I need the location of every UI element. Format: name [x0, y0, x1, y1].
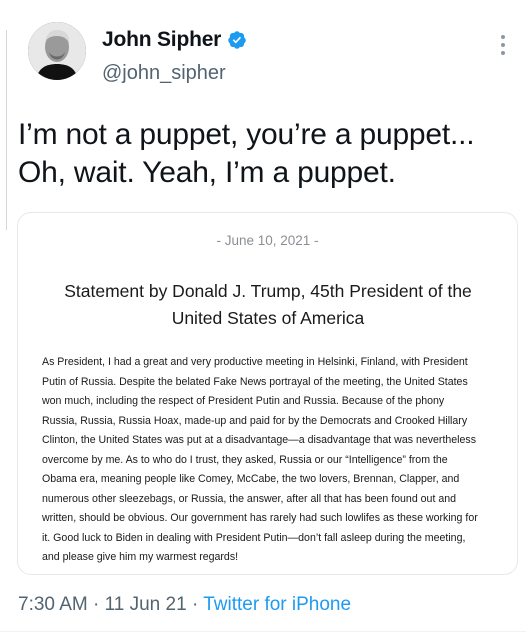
meta-separator: · [87, 594, 105, 615]
divider [0, 631, 526, 632]
avatar[interactable] [28, 22, 86, 80]
tweet-text: I’m not a puppet, you’re a puppet... Oh,… [18, 116, 518, 192]
statement-body-line: won much, including the respect of Presi… [42, 395, 445, 407]
meta-separator: · [186, 594, 204, 615]
author-handle[interactable]: @john_sipher [102, 62, 226, 85]
author-display-name[interactable]: John Sipher [102, 28, 221, 52]
statement-body: As President, I had a great and very pro… [42, 353, 497, 568]
tweet-metadata: 7:30 AM · 11 Jun 21 · Twitter for iPhone [18, 594, 351, 616]
statement-body-line: Russia, Russia, Russia Hoax, made-up and… [42, 414, 468, 427]
attached-image[interactable]: - June 10, 2021 - Statement by Donald J.… [17, 212, 518, 575]
statement-body-line: As President, I had a great and very pro… [42, 356, 468, 368]
tweet-text-line: Oh, wait. Yeah, I’m a puppet. [18, 156, 396, 189]
tweet-source-link[interactable]: Twitter for iPhone [203, 594, 351, 615]
tweet-date[interactable]: 11 Jun 21 [105, 594, 187, 615]
statement-body-line: it. Good luck to Biden in dealing with P… [42, 531, 466, 544]
tweet: John Sipher @john_sipher I’m not a puppe… [0, 0, 526, 635]
statement-body-line: numerous other sleezebags, or Russia, th… [42, 492, 457, 505]
tweet-text-line: I’m not a puppet, you’re a puppet... [18, 118, 475, 151]
statement-title: Statement by Donald J. Trump, 45th Presi… [48, 278, 488, 332]
statement-body-line: and please give him my warmest regards! [42, 551, 239, 563]
verified-badge-icon [227, 30, 247, 50]
statement-date: - June 10, 2021 - [216, 233, 319, 248]
statement-body-line: Clinton, the United States was put at a … [42, 434, 477, 446]
statement-title-line: Statement by Donald J. Trump, 45th Presi… [64, 281, 472, 301]
statement-body-line: overcome by me. As to who do I trust, th… [42, 453, 448, 466]
tweet-time[interactable]: 7:30 AM [18, 594, 88, 615]
more-options-icon[interactable] [498, 34, 508, 56]
author-name-row: John Sipher [102, 28, 247, 52]
statement-body-line: written, should be obvious. Our governme… [42, 512, 478, 524]
statement-title-line: United States of America [171, 308, 365, 328]
avatar-photo [28, 22, 86, 80]
statement-body-line: Putin of Russia. Despite the belated Fak… [42, 375, 468, 388]
statement-body-line: Obama era, meaning people like Comey, Mc… [42, 473, 460, 485]
